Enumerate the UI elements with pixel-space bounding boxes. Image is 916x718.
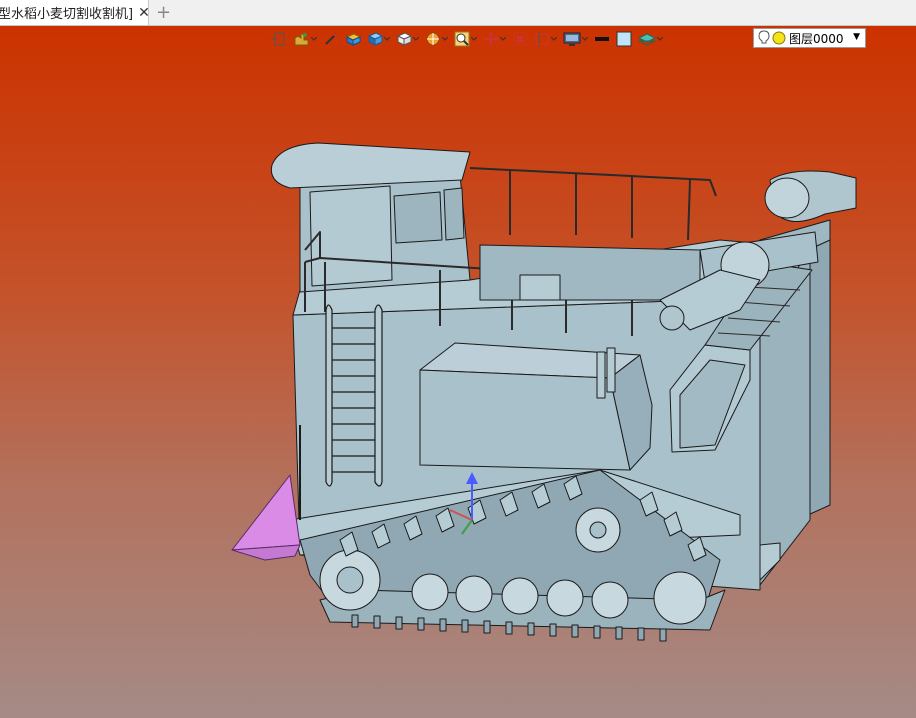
- fill-color-icon[interactable]: [616, 30, 632, 48]
- chevron-down-icon[interactable]: [311, 37, 317, 41]
- tab-document[interactable]: 型水稻小麦切割收割机] ✕: [0, 0, 150, 25]
- chevron-down-icon[interactable]: [657, 37, 663, 41]
- tab-bar: 型水稻小麦切割收割机] ✕ +: [0, 0, 916, 26]
- chevron-down-icon[interactable]: [413, 37, 419, 41]
- chevron-down-icon[interactable]: [384, 37, 390, 41]
- solid-shade-icon[interactable]: [345, 30, 361, 48]
- view-toolbar: [270, 29, 669, 49]
- add-tab-icon[interactable]: +: [156, 2, 171, 23]
- cube-white-icon[interactable]: [396, 30, 419, 48]
- tab-title: 型水稻小麦切割收割机]: [0, 7, 134, 22]
- chevron-down-icon[interactable]: [551, 37, 557, 41]
- fit-icon[interactable]: [534, 30, 557, 48]
- dropdown-arrow-icon[interactable]: ▼: [853, 32, 860, 42]
- chevron-down-icon[interactable]: [471, 37, 477, 41]
- cube-blue-icon[interactable]: [367, 30, 390, 48]
- harvester-model: [231, 142, 857, 642]
- chevron-down-icon[interactable]: [442, 37, 448, 41]
- close-icon[interactable]: ✕: [138, 5, 150, 21]
- layer-stack-icon[interactable]: [638, 30, 663, 48]
- chevron-down-icon[interactable]: [582, 37, 588, 41]
- layer-select[interactable]: 图层0000 ▼: [753, 28, 866, 48]
- section-icon[interactable]: [425, 30, 448, 48]
- chevron-down-icon[interactable]: [500, 37, 506, 41]
- line-color-icon[interactable]: [594, 30, 610, 48]
- display-icon[interactable]: [563, 30, 588, 48]
- zoom-icon[interactable]: [454, 30, 477, 48]
- bulb-icon[interactable]: [758, 30, 770, 46]
- pan-icon[interactable]: [483, 30, 506, 48]
- 3d-viewport[interactable]: [0, 26, 916, 718]
- pencil-icon[interactable]: [323, 30, 339, 48]
- yellow-dot-icon: [772, 31, 786, 45]
- tree-hand-icon[interactable]: [292, 30, 317, 48]
- view-frame-icon[interactable]: [270, 30, 286, 48]
- layer-value: 图层0000: [789, 31, 844, 46]
- zoom-area-icon[interactable]: [512, 30, 528, 48]
